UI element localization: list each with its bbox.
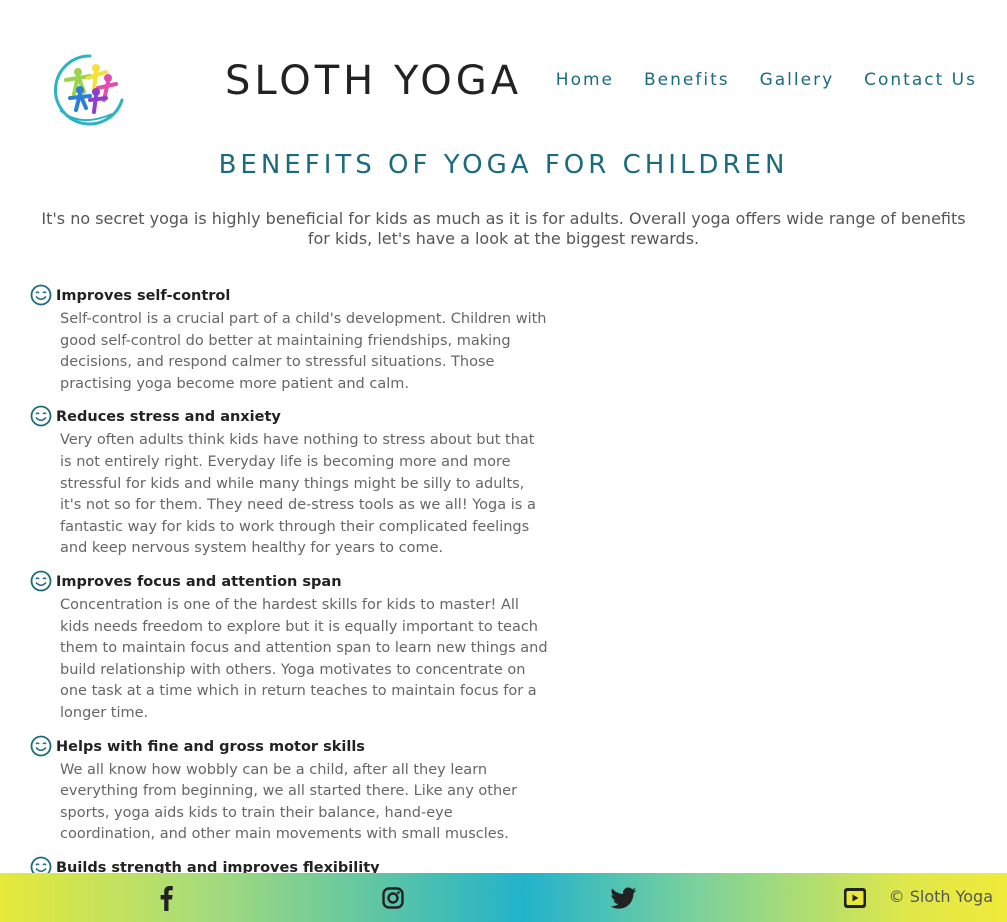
benefits-list: Improves self-control Self-control is a … [30,284,550,888]
smile-icon [30,570,52,592]
copyright-text: © Sloth Yoga [888,887,993,906]
benefit-title: Helps with fine and gross motor skills [56,738,365,755]
smile-icon [30,284,52,306]
nav-item-gallery[interactable]: Gallery [760,70,835,90]
logo[interactable] [50,50,130,130]
benefit-title: Improves self-control [56,288,231,304]
smile-icon [30,735,52,756]
list-item: Improves self-control Self-control is a … [30,284,550,395]
benefit-heading: Reduces stress and anxiety [30,405,550,427]
benefit-heading: Improves focus and attention span [30,570,550,592]
benefit-text: We all know how wobbly can be a child, a… [60,761,518,843]
intro-text: It's no secret yoga is highly beneficial… [41,209,966,248]
benefit-text: Concentration is one of the hardest skil… [60,596,548,721]
brand-name[interactable]: SLOTH YOGA [225,58,522,104]
benefit-title: Reduces stress and anxiety [56,409,281,426]
benefit-title: Improves focus and attention span [56,573,342,590]
youtube-icon[interactable] [840,873,870,922]
main-nav: Home Benefits Gallery Contact Us [556,70,977,90]
nav-item-benefits[interactable]: Benefits [644,70,730,90]
page-title: Benefits of yoga for children [218,150,789,180]
nav-item-home[interactable]: Home [556,70,614,90]
benefit-heading: Helps with fine and gross motor skills [30,735,550,757]
nav-item-contact-us[interactable]: Contact Us [864,70,977,90]
instagram-icon[interactable] [378,873,408,922]
list-item: Helps with fine and gross motor skills W… [30,735,550,846]
benefit-heading: Improves self-control [30,284,550,306]
benefit-text: Very often adults think kids have nothin… [60,432,536,557]
facebook-icon[interactable] [150,873,182,922]
benefit-text: Self-control is a crucial part of a chil… [60,311,547,392]
list-item: Improves focus and attention span Concen… [30,570,550,725]
site-footer: © Sloth Yoga [0,873,1007,922]
twitter-icon[interactable] [608,873,640,922]
site-header: SLOTH YOGA Home Benefits Gallery Contact… [0,0,1007,140]
list-item: Reduces stress and anxiety Very often ad… [30,405,550,560]
smile-icon [30,405,52,427]
